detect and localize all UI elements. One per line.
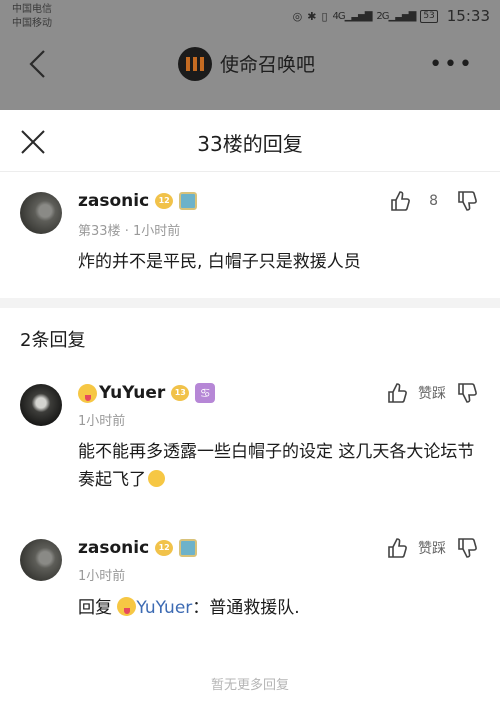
post-time: 1小时前 xyxy=(132,224,181,239)
reply-content: 能不能再多透露一些白帽子的设定 这几天各大论坛节奏起飞了 xyxy=(78,438,478,494)
reply-actions: 赞踩 xyxy=(386,537,478,559)
dimmed-background: 中国电信 中国移动 ◎ ✱ ▯ 4G▁▃▅▇ 2G▁▃▅▇ 53 15:33 使… xyxy=(0,0,500,110)
reply-prefix: 回复 xyxy=(78,598,112,618)
back-arrow-icon[interactable] xyxy=(26,48,50,80)
post-meta: 第33楼 · 1小时前 xyxy=(78,220,180,239)
zodiac-badge-icon: ♋ xyxy=(195,383,216,403)
vote-label: 赞踩 xyxy=(418,541,446,557)
main-post-author: zasonic 12 xyxy=(78,191,198,211)
signal-2g-label: 2G xyxy=(376,10,389,22)
member-badge-icon xyxy=(179,192,198,210)
reply-sheet: 33楼的回复 zasonic 12 第33楼 · 1小时前 8 炸的并不是平民,… xyxy=(0,110,500,711)
carrier-label-2: 中国移动 xyxy=(12,18,52,29)
like-count: 8 xyxy=(429,193,438,209)
reply-time: 1小时前 xyxy=(78,414,126,429)
more-dots-icon[interactable]: ••• xyxy=(429,52,474,77)
nfc-icon: ◎ xyxy=(292,9,303,23)
level-badge: 13 xyxy=(171,385,190,401)
avatar[interactable] xyxy=(20,539,62,581)
section-divider xyxy=(0,298,500,308)
tongue-emoji-icon xyxy=(78,383,97,403)
signal-4g-label: 4G xyxy=(332,10,346,22)
meta-separator: · xyxy=(124,224,133,239)
reply-text: ：普通救援队. xyxy=(192,598,300,618)
thumb-down-icon[interactable] xyxy=(456,537,478,559)
avatar[interactable] xyxy=(20,384,62,426)
username[interactable]: YuYuer xyxy=(99,383,165,403)
carrier-label-1: 中国电信 xyxy=(12,4,52,15)
vote-label: 赞踩 xyxy=(418,386,446,402)
reply-author: zasonic 12 xyxy=(78,538,198,558)
forum-logo[interactable] xyxy=(178,47,212,81)
main-post-content: 炸的并不是平民, 白帽子只是救援人员 xyxy=(78,252,361,272)
reply-author: YuYuer 13 ♋ xyxy=(78,383,216,403)
floor-label: 第33楼 xyxy=(78,224,121,239)
forum-title[interactable]: 使命召唤吧 xyxy=(220,50,315,77)
sheet-title: 33楼的回复 xyxy=(197,132,303,156)
level-badge: 12 xyxy=(155,193,174,209)
reply-content: 回复 YuYuer：普通救援队. xyxy=(78,594,300,622)
level-badge: 12 xyxy=(155,540,174,556)
thumb-down-icon[interactable] xyxy=(456,382,478,404)
bluetooth-icon: ✱ xyxy=(307,9,317,23)
username[interactable]: zasonic xyxy=(78,538,149,558)
status-indicators: ◎ ✱ ▯ 4G▁▃▅▇ 2G▁▃▅▇ 53 15:33 xyxy=(293,7,490,25)
vibrate-icon: ▯ xyxy=(321,9,328,23)
no-more-replies: 暂无更多回复 xyxy=(210,678,289,693)
tongue-emoji-icon xyxy=(117,597,137,616)
sweat-emoji-icon xyxy=(148,470,165,487)
thumb-down-icon[interactable] xyxy=(456,190,478,212)
signal-2g-icon: 2G▁▃▅▇ xyxy=(376,10,416,22)
reply-to-user-link[interactable]: YuYuer xyxy=(136,598,192,618)
reply-count-title: 2条回复 xyxy=(20,330,86,351)
main-post-actions: 8 xyxy=(389,190,478,212)
username[interactable]: zasonic xyxy=(78,191,149,211)
reply-time: 1小时前 xyxy=(78,569,126,584)
avatar[interactable] xyxy=(20,192,62,234)
thumb-up-icon[interactable] xyxy=(389,190,411,212)
reply-actions: 赞踩 xyxy=(386,382,478,404)
thumb-up-icon[interactable] xyxy=(386,537,408,559)
status-bar: 中国电信 中国移动 ◎ ✱ ▯ 4G▁▃▅▇ 2G▁▃▅▇ 53 15:33 xyxy=(0,0,500,36)
battery-icon: 53 xyxy=(420,9,438,23)
thumb-up-icon[interactable] xyxy=(386,382,408,404)
member-badge-icon xyxy=(179,539,198,557)
clock: 15:33 xyxy=(446,7,490,25)
reply-text: 能不能再多透露一些白帽子的设定 这几天各大论坛节奏起飞了 xyxy=(78,442,475,490)
app-header: 使命召唤吧 ••• xyxy=(0,36,500,94)
sheet-header: 33楼的回复 xyxy=(0,110,500,172)
signal-4g-icon: 4G▁▃▅▇ xyxy=(332,10,373,22)
